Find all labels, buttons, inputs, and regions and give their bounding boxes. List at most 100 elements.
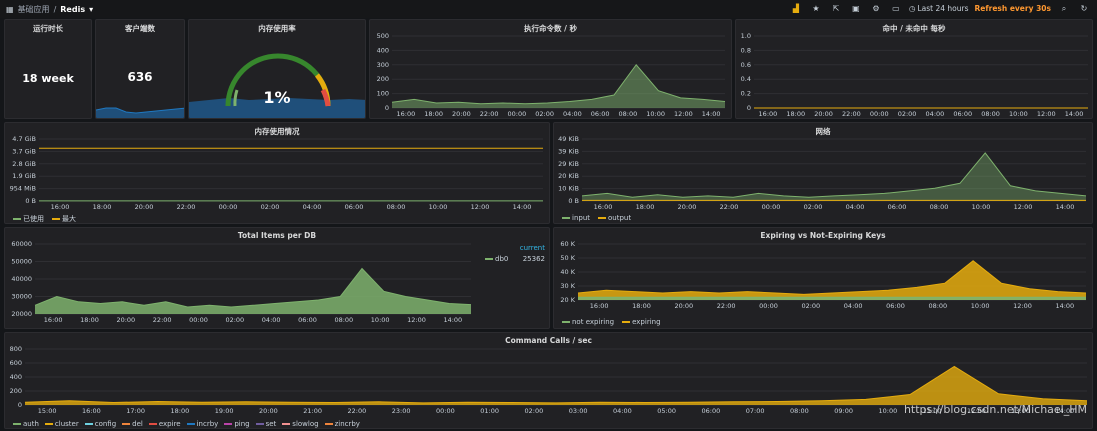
x-tick-label: 03:00	[569, 407, 588, 415]
y-tick-label: 0.2	[741, 90, 751, 98]
legend-item-max[interactable]: 最大	[52, 214, 76, 223]
chart-cmds-per-sec[interactable]: 0 100 200 300 400 500 16:00 18:00 20:00 22:00 00:0…	[370, 20, 732, 119]
time-picker[interactable]: ◷ Last 24 hours	[909, 4, 969, 13]
clock-icon: ◷	[908, 4, 916, 13]
share-icon[interactable]: ⇱	[829, 2, 843, 15]
chart-items-per-db[interactable]: 20000 30000 40000 50000 60000 16:00 18:00 20:00…	[5, 228, 550, 329]
y-tick-label: 100	[377, 90, 389, 98]
legend-swatch	[148, 423, 157, 425]
x-tick-label: 12:00	[471, 203, 490, 211]
graph-add-icon[interactable]: ▟	[789, 2, 803, 15]
x-tick-label: 06:00	[345, 203, 364, 211]
expiring-legend: not expiring expiring	[562, 318, 661, 326]
x-tick-label: 16:00	[44, 316, 63, 324]
x-tick-label: 05:00	[657, 407, 676, 415]
y-tick-label: 0.4	[741, 75, 751, 83]
panel-clients: 客户端数 636	[95, 19, 185, 119]
x-tick-label: 02:00	[225, 316, 244, 324]
chevron-down-icon[interactable]: ▾	[89, 5, 93, 14]
dashboard-title[interactable]: Redis	[60, 5, 85, 14]
y-tick-label: 0	[18, 401, 22, 409]
y-tick-label: 1.0	[741, 32, 751, 40]
y-tick-label: 300	[377, 61, 389, 69]
legend-label: input	[572, 214, 591, 222]
x-tick-label: 08:00	[790, 407, 809, 415]
chart-hit-miss[interactable]: 0 0.2 0.4 0.6 0.8 1.0 16:00 18:00 20:00 22:00 00:0…	[736, 20, 1093, 119]
legend-label: db0	[495, 255, 509, 263]
y-tick-label: 600	[10, 359, 22, 367]
x-tick-label: 02:00	[525, 407, 544, 415]
legend-item-slowlog[interactable]: slowlog	[282, 420, 319, 428]
legend-swatch	[282, 423, 291, 425]
x-tick-label: 00:00	[870, 110, 889, 118]
y-tick-label: 4.7 GiB	[12, 135, 36, 143]
x-tick-label: 16:00	[590, 302, 609, 310]
y-tick-label: 39 KiB	[558, 147, 579, 155]
x-tick-label: 19:00	[215, 407, 234, 415]
x-tick-label: 20:00	[116, 316, 135, 324]
tv-icon[interactable]: ▭	[889, 2, 903, 15]
legend-item-del[interactable]: del	[122, 420, 143, 428]
x-tick-label: 08:00	[981, 110, 1000, 118]
legend-swatch	[324, 423, 333, 425]
zoom-out-icon[interactable]: ⌕	[1057, 2, 1071, 15]
legend-label: 已使用	[23, 215, 44, 223]
legend-item-input[interactable]: input	[562, 214, 590, 222]
x-tick-label: 10:00	[972, 203, 991, 211]
x-tick-label: 02:00	[261, 203, 280, 211]
x-tick-label: 20:00	[259, 407, 278, 415]
x-tick-label: 00:00	[762, 203, 781, 211]
y-tick-label: 200	[377, 75, 389, 83]
legend-header-current[interactable]: current	[485, 244, 545, 252]
legend-value: 25362	[522, 255, 545, 263]
legend-item-used[interactable]: 已使用	[13, 214, 44, 223]
x-tick-label: 06:00	[888, 203, 907, 211]
x-tick-label: 14:00	[1065, 110, 1084, 118]
legend-item-output[interactable]: output	[598, 214, 631, 222]
x-tick-label: 16:00	[594, 203, 613, 211]
command-calls-legend: auth cluster config del expire incrby ping set s…	[13, 420, 360, 428]
legend-item-expire[interactable]: expire	[148, 420, 181, 428]
panel-network: 网络 0 B 10 KiB 20 KiB 29 KiB 39 KiB 49 KiB 16:0…	[553, 122, 1093, 224]
y-tick-label: 60 K	[560, 240, 575, 248]
x-tick-label: 12:00	[674, 110, 693, 118]
y-tick-label: 200	[10, 387, 22, 395]
x-tick-label: 00:00	[219, 203, 238, 211]
x-tick-label: 10:00	[971, 302, 990, 310]
chart-network[interactable]: 0 B 10 KiB 20 KiB 29 KiB 39 KiB 49 KiB 16:00 18…	[554, 123, 1093, 224]
x-tick-label: 16:00	[397, 110, 416, 118]
y-tick-label: 30000	[11, 293, 32, 301]
legend-item-auth[interactable]: auth	[13, 420, 39, 428]
clients-sparkline	[96, 107, 184, 118]
legend-item-zincrby[interactable]: zincrby	[324, 420, 360, 428]
legend-row-db0[interactable]: db0 25362	[485, 255, 545, 263]
y-tick-label: 800	[10, 345, 22, 353]
breadcrumb: ▦ 基础应用 / Redis ▾	[6, 4, 93, 15]
x-tick-label: 22:00	[720, 203, 739, 211]
refresh-interval-label[interactable]: Refresh every 30s	[975, 4, 1052, 13]
y-tick-label: 500	[377, 32, 389, 40]
refresh-icon[interactable]: ↻	[1077, 2, 1091, 15]
series-area	[25, 366, 1087, 405]
legend-item-config[interactable]: config	[84, 420, 116, 428]
panel-hit-miss: 命中 / 未命中 每秒 0 0.2 0.4 0.6 0.8 1.0 16:00 18:00 20…	[735, 19, 1093, 119]
legend-item-set[interactable]: set	[255, 420, 276, 428]
star-icon[interactable]: ★	[809, 2, 823, 15]
legend-item-cluster[interactable]: cluster	[44, 420, 79, 428]
breadcrumb-folder[interactable]: 基础应用	[18, 4, 50, 15]
chart-mem-detail[interactable]: 0 B 954 MiB 1.9 GiB 2.8 GiB 3.7 GiB 4.7 GiB 16…	[5, 123, 550, 224]
y-tick-label: 3.7 GiB	[12, 147, 36, 155]
y-tick-label: 0 B	[568, 197, 579, 205]
legend-item-incrby[interactable]: incrby	[186, 420, 218, 428]
chart-expiring[interactable]: 20 K 30 K 40 K 50 K 60 K 16:00 18:00 20:00 22:00…	[554, 228, 1093, 329]
legend-item-expiring[interactable]: expiring	[622, 318, 661, 326]
x-tick-label: 20:00	[678, 203, 697, 211]
legend-label: slowlog	[292, 420, 319, 428]
y-tick-label: 20 KiB	[558, 172, 579, 180]
dashboards-grid-icon[interactable]: ▦	[6, 5, 14, 14]
legend-item-ping[interactable]: ping	[224, 420, 250, 428]
gear-icon[interactable]: ⚙	[869, 2, 883, 15]
save-icon[interactable]: ▣	[849, 2, 863, 15]
legend-item-not-expiring[interactable]: not expiring	[562, 318, 614, 326]
x-tick-label: 18:00	[786, 110, 805, 118]
